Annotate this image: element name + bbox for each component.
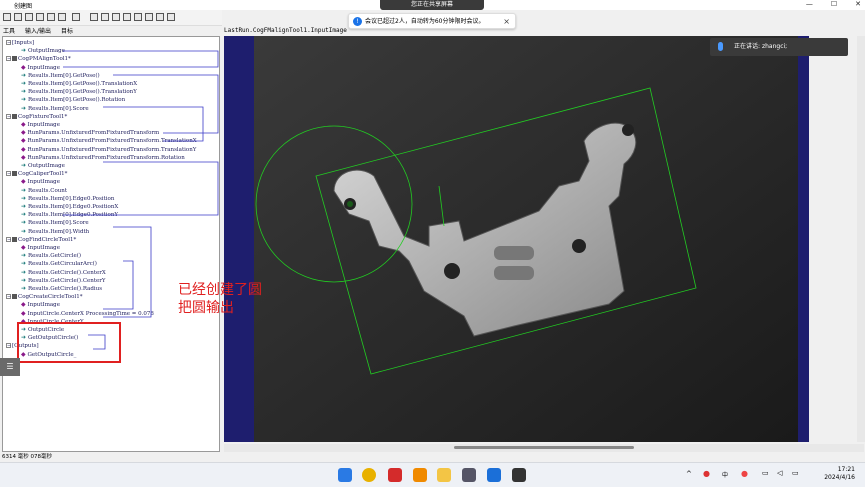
clock[interactable]: 17:21 2024/4/16 [824,466,855,482]
info-icon: ! [353,17,362,26]
part-slot-upper [494,246,534,260]
settings-icon[interactable] [145,13,153,21]
run-icon[interactable] [3,13,11,21]
link-line [103,260,134,310]
found-circle-marker [347,201,353,207]
image-title: LastRun.CogFMalignTool1.InputImage [224,27,347,34]
delete-icon[interactable] [72,13,80,21]
side-menu-icon[interactable]: ☰ [0,358,20,376]
link-line [103,226,152,318]
start-icon[interactable] [338,468,352,482]
speaking-indicator: 正在讲话: zhangci; [710,38,848,56]
open-icon[interactable] [14,13,22,21]
link-line [113,74,219,134]
annotation-highlight-box [17,322,121,363]
link-line [63,50,219,68]
image-display[interactable] [224,36,809,442]
tool-tree: −[Inputs] ➜ OutputImage − CogPMAlignTool1* ◆… [2,36,220,452]
menu-tools[interactable]: 工具 [3,26,15,36]
properties-icon[interactable] [156,13,164,21]
menu-bar: 工具 输入/输出 目标 [0,26,222,36]
search-app-icon[interactable] [413,468,427,482]
image-canvas [254,36,798,442]
window-title: 创建图 [14,3,33,10]
speaker-name: zhangci; [761,43,788,50]
menu-target[interactable]: 目标 [61,26,73,36]
maximize-button[interactable]: ☐ [831,0,837,10]
processing-status: 6314 毫秒 078毫秒 [2,454,52,460]
clock-time: 17:21 [837,466,855,473]
chevron-up-icon[interactable]: ^ [686,470,692,478]
notification-text: 会议已超过2人，自动转为60分钟限时会议。 [365,18,485,25]
close-button[interactable]: ✕ [855,0,861,10]
cut-icon[interactable] [36,13,44,21]
grid-icon[interactable] [112,13,120,21]
meeting-notification: ! 会议已超过2人，自动转为60分钟限时会议。 × [348,13,516,29]
screen-icon[interactable]: ▭ [762,469,769,477]
vision-app-icon[interactable] [462,468,476,482]
meeting-app-icon[interactable] [487,468,501,482]
paste-icon[interactable] [58,13,66,21]
annotation-line-2: 把圆输出 [178,300,234,316]
list-icon[interactable] [101,13,109,21]
link-lines [63,50,219,350]
speaking-label: 正在讲话: [734,43,761,50]
part-hole-top [622,124,634,136]
toolbar [0,10,222,26]
clock-date: 2024/4/16 [824,474,855,481]
minimize-button[interactable]: — [806,0,813,10]
part-slot-lower [494,266,534,280]
help-icon[interactable] [167,13,175,21]
menu-io[interactable]: 输入/输出 [25,26,51,36]
ime-indicator[interactable]: 中 [722,470,728,479]
screen-share-banner: 您正在共享屏幕 [380,0,484,10]
horizontal-scroll-thumb[interactable] [454,446,634,449]
calculator-icon[interactable] [512,468,526,482]
part-hole-mid [444,263,460,279]
window-controls: — ☐ ✕ [806,0,861,10]
vertical-scrollbar[interactable] [857,36,865,442]
link-line [63,161,219,216]
close-icon[interactable]: × [503,14,510,29]
app-tray-icon[interactable]: ● [741,469,748,478]
annotation-line-1: 已经创建了圆 [178,282,262,298]
link-line [103,106,204,142]
mic-icon [718,42,723,51]
youdao-icon[interactable] [388,468,402,482]
table-icon[interactable] [123,13,131,21]
annotation-text: 已经创建了圆 把圆输出 [178,281,262,317]
part-hole-right [572,239,586,253]
copy-icon[interactable] [47,13,55,21]
image-icon[interactable] [134,13,142,21]
chrome-icon[interactable] [362,468,376,482]
tree-icon[interactable] [90,13,98,21]
save-icon[interactable] [25,13,33,21]
folder-icon[interactable] [437,468,451,482]
speaker-icon[interactable]: ◁ [777,469,782,477]
battery-icon[interactable]: ▭ [792,469,799,477]
taskbar: ^ ● 中 ● ▭ ◁ ▭ 17:21 2024/4/16 [0,462,865,487]
mic-tray-icon[interactable]: ● [703,469,710,478]
